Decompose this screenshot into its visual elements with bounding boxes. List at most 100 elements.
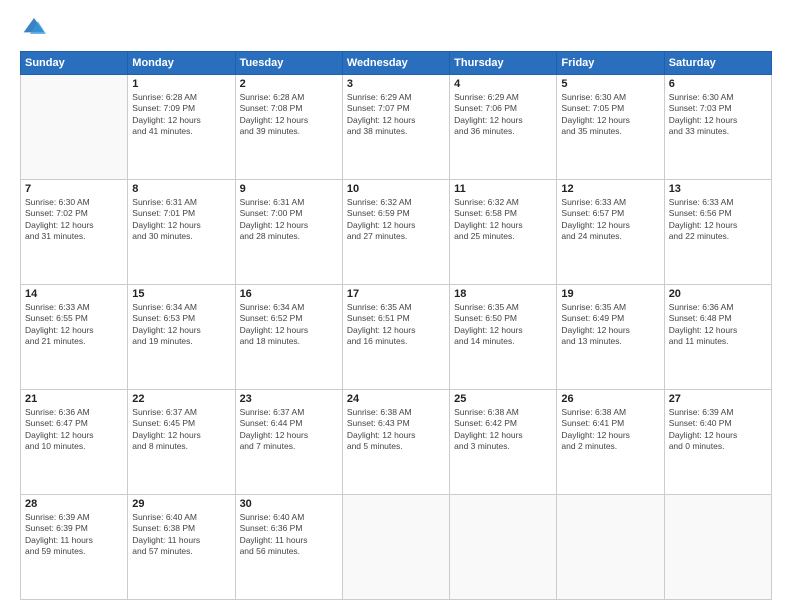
day-number: 24 [347, 393, 445, 405]
day-detail: Sunrise: 6:35 AM Sunset: 6:51 PM Dayligh… [347, 302, 445, 348]
day-detail: Sunrise: 6:37 AM Sunset: 6:45 PM Dayligh… [132, 407, 230, 453]
day-number: 8 [132, 183, 230, 195]
day-number: 16 [240, 288, 338, 300]
day-number: 19 [561, 288, 659, 300]
weekday-header-friday: Friday [557, 52, 664, 75]
week-row-2: 7 Sunrise: 6:30 AM Sunset: 7:02 PM Daylig… [21, 180, 772, 285]
day-number: 14 [25, 288, 123, 300]
day-number: 4 [454, 78, 552, 90]
day-detail: Sunrise: 6:28 AM Sunset: 7:08 PM Dayligh… [240, 92, 338, 138]
day-cell: 19 Sunrise: 6:35 AM Sunset: 6:49 PM Dayli… [557, 285, 664, 390]
day-cell: 3Sunrise: 6:29 AM Sunset: 7:07 PM Daylig… [342, 75, 449, 180]
day-detail: Sunrise: 6:33 AM Sunset: 6:57 PM Dayligh… [561, 197, 659, 243]
day-detail: Sunrise: 6:29 AM Sunset: 7:06 PM Dayligh… [454, 92, 552, 138]
day-number: 25 [454, 393, 552, 405]
day-cell: 27Sunrise: 6:39 AM Sunset: 6:40 PM Dayli… [664, 390, 771, 495]
day-number: 21 [25, 393, 123, 405]
day-number: 28 [25, 498, 123, 510]
day-detail: Sunrise: 6:31 AM Sunset: 7:00 PM Dayligh… [240, 197, 338, 243]
day-cell [664, 495, 771, 600]
day-number: 15 [132, 288, 230, 300]
day-number: 20 [669, 288, 767, 300]
day-detail: Sunrise: 6:40 AM Sunset: 6:38 PM Dayligh… [132, 512, 230, 558]
logo-icon [22, 16, 46, 36]
day-cell: 9 Sunrise: 6:31 AM Sunset: 7:00 PM Daylig… [235, 180, 342, 285]
day-number: 7 [25, 183, 123, 195]
day-cell [342, 495, 449, 600]
day-cell: 22 Sunrise: 6:37 AM Sunset: 6:45 PM Dayli… [128, 390, 235, 495]
day-cell: 25 Sunrise: 6:38 AM Sunset: 6:42 PM Dayli… [450, 390, 557, 495]
day-cell [557, 495, 664, 600]
day-detail: Sunrise: 6:40 AM Sunset: 6:36 PM Dayligh… [240, 512, 338, 558]
day-detail: Sunrise: 6:30 AM Sunset: 7:02 PM Dayligh… [25, 197, 123, 243]
day-number: 1 [132, 78, 230, 90]
day-cell: 5Sunrise: 6:30 AM Sunset: 7:05 PM Daylig… [557, 75, 664, 180]
page: SundayMondayTuesdayWednesdayThursdayFrid… [0, 0, 792, 612]
day-detail: Sunrise: 6:38 AM Sunset: 6:41 PM Dayligh… [561, 407, 659, 453]
day-cell: 28Sunrise: 6:39 AM Sunset: 6:39 PM Dayli… [21, 495, 128, 600]
day-detail: Sunrise: 6:29 AM Sunset: 7:07 PM Dayligh… [347, 92, 445, 138]
day-detail: Sunrise: 6:32 AM Sunset: 6:59 PM Dayligh… [347, 197, 445, 243]
day-cell: 17 Sunrise: 6:35 AM Sunset: 6:51 PM Dayli… [342, 285, 449, 390]
day-cell: 16 Sunrise: 6:34 AM Sunset: 6:52 PM Dayli… [235, 285, 342, 390]
week-row-1: 1 Sunrise: 6:28 AM Sunset: 7:09 PM Daylig… [21, 75, 772, 180]
calendar-table: SundayMondayTuesdayWednesdayThursdayFrid… [20, 51, 772, 600]
day-detail: Sunrise: 6:31 AM Sunset: 7:01 PM Dayligh… [132, 197, 230, 243]
day-cell: 23 Sunrise: 6:37 AM Sunset: 6:44 PM Dayli… [235, 390, 342, 495]
week-row-5: 28Sunrise: 6:39 AM Sunset: 6:39 PM Dayli… [21, 495, 772, 600]
day-number: 6 [669, 78, 767, 90]
day-cell: 4 Sunrise: 6:29 AM Sunset: 7:06 PM Daylig… [450, 75, 557, 180]
day-detail: Sunrise: 6:36 AM Sunset: 6:47 PM Dayligh… [25, 407, 123, 453]
weekday-header-saturday: Saturday [664, 52, 771, 75]
day-detail: Sunrise: 6:33 AM Sunset: 6:56 PM Dayligh… [669, 197, 767, 243]
day-detail: Sunrise: 6:36 AM Sunset: 6:48 PM Dayligh… [669, 302, 767, 348]
day-cell: 20 Sunrise: 6:36 AM Sunset: 6:48 PM Dayli… [664, 285, 771, 390]
day-number: 9 [240, 183, 338, 195]
day-detail: Sunrise: 6:33 AM Sunset: 6:55 PM Dayligh… [25, 302, 123, 348]
weekday-header-thursday: Thursday [450, 52, 557, 75]
day-cell: 11Sunrise: 6:32 AM Sunset: 6:58 PM Dayli… [450, 180, 557, 285]
day-detail: Sunrise: 6:30 AM Sunset: 7:05 PM Dayligh… [561, 92, 659, 138]
day-detail: Sunrise: 6:34 AM Sunset: 6:52 PM Dayligh… [240, 302, 338, 348]
day-detail: Sunrise: 6:38 AM Sunset: 6:42 PM Dayligh… [454, 407, 552, 453]
day-cell: 30 Sunrise: 6:40 AM Sunset: 6:36 PM Dayli… [235, 495, 342, 600]
day-cell: 29 Sunrise: 6:40 AM Sunset: 6:38 PM Dayli… [128, 495, 235, 600]
day-cell: 21 Sunrise: 6:36 AM Sunset: 6:47 PM Dayli… [21, 390, 128, 495]
day-detail: Sunrise: 6:39 AM Sunset: 6:40 PM Dayligh… [669, 407, 767, 453]
weekday-header-row: SundayMondayTuesdayWednesdayThursdayFrid… [21, 52, 772, 75]
day-number: 23 [240, 393, 338, 405]
day-cell: 18 Sunrise: 6:35 AM Sunset: 6:50 PM Dayli… [450, 285, 557, 390]
day-detail: Sunrise: 6:34 AM Sunset: 6:53 PM Dayligh… [132, 302, 230, 348]
day-number: 12 [561, 183, 659, 195]
day-cell: 24 Sunrise: 6:38 AM Sunset: 6:43 PM Dayli… [342, 390, 449, 495]
day-detail: Sunrise: 6:37 AM Sunset: 6:44 PM Dayligh… [240, 407, 338, 453]
day-detail: Sunrise: 6:32 AM Sunset: 6:58 PM Dayligh… [454, 197, 552, 243]
week-row-4: 21 Sunrise: 6:36 AM Sunset: 6:47 PM Dayli… [21, 390, 772, 495]
day-cell: 13 Sunrise: 6:33 AM Sunset: 6:56 PM Dayli… [664, 180, 771, 285]
day-cell: 1 Sunrise: 6:28 AM Sunset: 7:09 PM Daylig… [128, 75, 235, 180]
day-detail: Sunrise: 6:35 AM Sunset: 6:50 PM Dayligh… [454, 302, 552, 348]
day-detail: Sunrise: 6:28 AM Sunset: 7:09 PM Dayligh… [132, 92, 230, 138]
weekday-header-wednesday: Wednesday [342, 52, 449, 75]
day-number: 17 [347, 288, 445, 300]
day-cell: 7 Sunrise: 6:30 AM Sunset: 7:02 PM Daylig… [21, 180, 128, 285]
logo [20, 16, 50, 41]
day-number: 18 [454, 288, 552, 300]
day-cell: 14 Sunrise: 6:33 AM Sunset: 6:55 PM Dayli… [21, 285, 128, 390]
day-detail: Sunrise: 6:38 AM Sunset: 6:43 PM Dayligh… [347, 407, 445, 453]
day-number: 13 [669, 183, 767, 195]
day-number: 30 [240, 498, 338, 510]
weekday-header-sunday: Sunday [21, 52, 128, 75]
header [20, 16, 772, 41]
day-cell: 2Sunrise: 6:28 AM Sunset: 7:08 PM Daylig… [235, 75, 342, 180]
weekday-header-monday: Monday [128, 52, 235, 75]
day-cell: 26Sunrise: 6:38 AM Sunset: 6:41 PM Dayli… [557, 390, 664, 495]
day-number: 29 [132, 498, 230, 510]
day-cell: 8 Sunrise: 6:31 AM Sunset: 7:01 PM Daylig… [128, 180, 235, 285]
day-cell: 15 Sunrise: 6:34 AM Sunset: 6:53 PM Dayli… [128, 285, 235, 390]
day-number: 10 [347, 183, 445, 195]
day-cell [21, 75, 128, 180]
day-detail: Sunrise: 6:35 AM Sunset: 6:49 PM Dayligh… [561, 302, 659, 348]
day-number: 22 [132, 393, 230, 405]
day-cell: 12 Sunrise: 6:33 AM Sunset: 6:57 PM Dayli… [557, 180, 664, 285]
